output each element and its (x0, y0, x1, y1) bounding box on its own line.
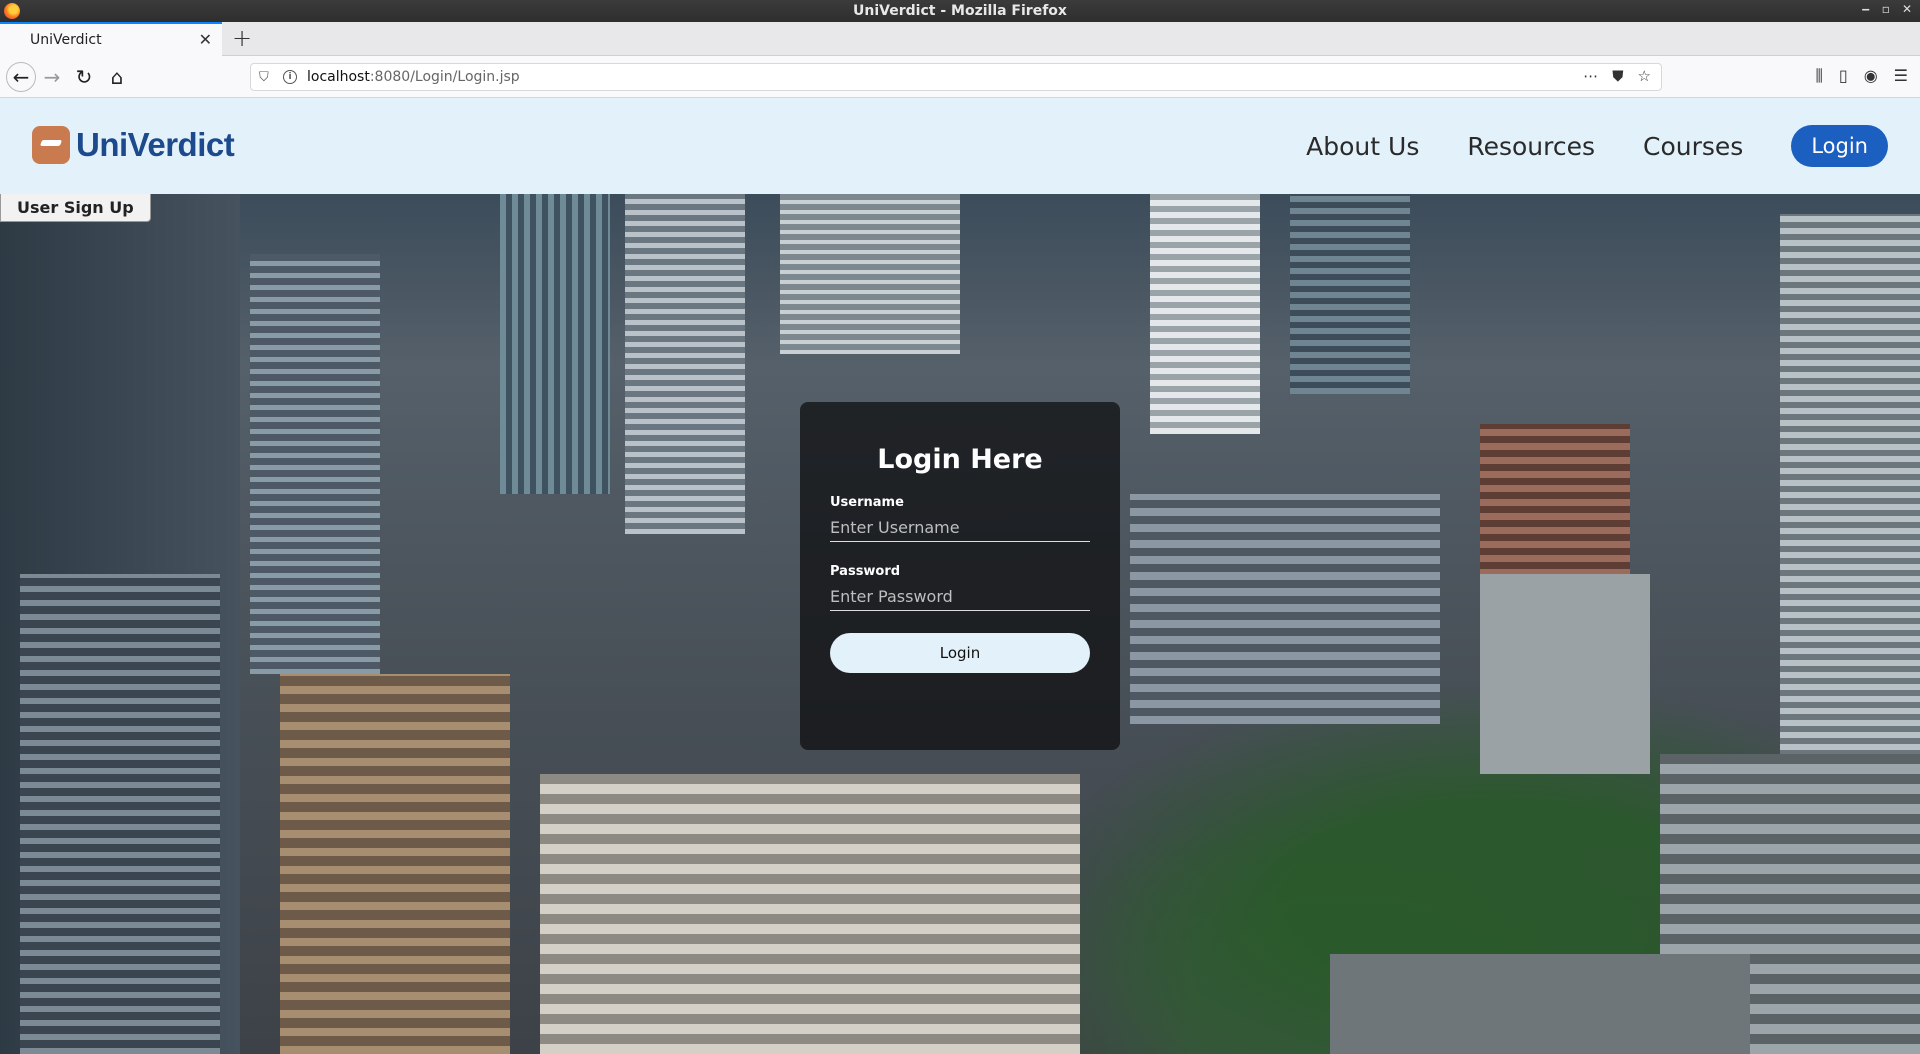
window-controls: ‒ ▫ ✕ (1861, 2, 1912, 16)
site-header: UniVerdict About Us Resources Courses Lo… (0, 98, 1920, 194)
reload-icon[interactable]: ↻ (70, 63, 98, 91)
close-window-icon[interactable]: ✕ (1902, 2, 1912, 16)
sidebar-icon[interactable]: ▯ (1839, 66, 1848, 86)
library-icon[interactable]: ⫼ (1816, 66, 1823, 86)
login-submit-button[interactable]: Login (830, 633, 1090, 673)
login-title: Login Here (877, 444, 1043, 475)
account-icon[interactable]: ◉ (1864, 66, 1878, 86)
username-input[interactable] (830, 514, 1090, 542)
graduation-cap-icon (32, 126, 70, 164)
nav-courses[interactable]: Courses (1643, 132, 1743, 161)
menu-icon[interactable]: ☰ (1894, 66, 1908, 86)
window-title: UniVerdict - Mozilla Firefox (853, 3, 1067, 19)
browser-toolbar: ← → ↻ ⌂ ⛉ i localhost:8080/Login/Login.j… (0, 56, 1920, 98)
login-card: Login Here Username Password Login (800, 402, 1120, 750)
url-path: :8080/Login/Login.jsp (369, 69, 520, 85)
minimize-icon[interactable]: ‒ (1861, 2, 1869, 16)
new-tab-icon[interactable]: + (232, 24, 252, 52)
more-icon[interactable]: ⋯ (1583, 67, 1598, 85)
firefox-icon (4, 3, 20, 19)
back-icon[interactable]: ← (6, 62, 36, 92)
nav-resources[interactable]: Resources (1467, 132, 1595, 161)
username-label: Username (830, 495, 904, 510)
browser-tab[interactable]: UniVerdict ✕ (0, 22, 222, 56)
forward-icon[interactable]: → (38, 63, 66, 91)
shield-icon[interactable]: ⛉ (259, 70, 273, 85)
home-icon[interactable]: ⌂ (103, 63, 131, 91)
tab-close-icon[interactable]: ✕ (199, 30, 212, 49)
maximize-icon[interactable]: ▫ (1882, 2, 1890, 16)
tab-strip: UniVerdict ✕ + (0, 22, 1920, 56)
tab-title: UniVerdict (30, 32, 102, 48)
bookmark-star-icon[interactable]: ☆ (1638, 67, 1651, 85)
url-host: localhost (307, 69, 370, 85)
user-sign-up-button[interactable]: User Sign Up (0, 194, 151, 222)
info-icon[interactable]: i (283, 70, 297, 84)
url-actions: ⋯ ⛊ ☆ (1583, 67, 1651, 85)
logo[interactable]: UniVerdict (32, 126, 235, 164)
logo-text: UniVerdict (76, 126, 235, 163)
main-nav: About Us Resources Courses Login (1306, 98, 1920, 194)
toolbar-right: ⫼ ▯ ◉ ☰ (1816, 66, 1909, 86)
window-titlebar: UniVerdict - Mozilla Firefox ‒ ▫ ✕ (0, 0, 1920, 22)
header-login-button[interactable]: Login (1791, 125, 1888, 167)
url-bar[interactable]: ⛉ i localhost:8080/Login/Login.jsp ⋯ ⛊ ☆ (250, 63, 1662, 91)
password-input[interactable] (830, 583, 1090, 611)
nav-about-us[interactable]: About Us (1306, 132, 1419, 161)
pocket-icon[interactable]: ⛊ (1612, 67, 1623, 85)
password-label: Password (830, 564, 901, 579)
